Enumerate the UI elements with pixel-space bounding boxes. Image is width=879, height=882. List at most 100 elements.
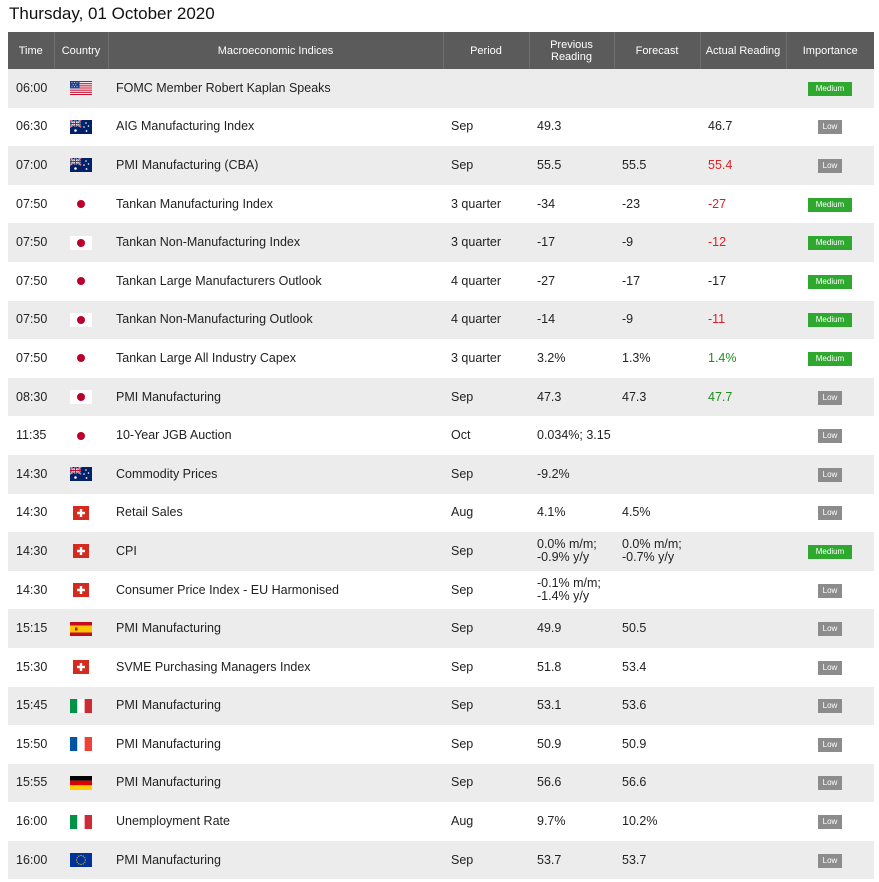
header-time[interactable]: Time [8, 32, 55, 69]
table-row[interactable]: 06:00 FOMC Member Robert Kaplan Speaks Med… [8, 69, 874, 108]
table-row[interactable]: 07:00 PMI Manufacturing (CBA) Sep 55.5 55.5 5… [8, 146, 874, 185]
cell-importance: Low [786, 107, 874, 147]
cell-previous: 0.0% m/m; -0.9% y/y [529, 532, 614, 571]
cell-country [54, 686, 108, 726]
cell-actual: -17 [700, 261, 786, 301]
table-row[interactable]: 08:30 PMI Manufacturing Sep 47.3 47.3 47.7 Low [8, 377, 874, 417]
cell-previous [529, 69, 614, 108]
header-period[interactable]: Period [443, 32, 530, 69]
cell-actual [700, 609, 786, 648]
cell-importance: Low [786, 609, 874, 648]
header-indices[interactable]: Macroeconomic Indices [108, 32, 444, 69]
cell-time: 11:35 [8, 416, 54, 455]
cell-period: Aug [443, 802, 529, 841]
cell-index-name[interactable]: PMI Manufacturing [108, 725, 443, 764]
cell-period: Oct [443, 416, 529, 455]
cell-time: 15:45 [8, 686, 54, 726]
cell-importance: Low [786, 725, 874, 764]
cell-country [54, 339, 108, 378]
table-row[interactable]: 14:30 CPI Sep 0.0% m/m; -0.9% y/y 0.0% m/m; … [8, 532, 874, 571]
cell-index-name[interactable]: SVME Purchasing Managers Index [108, 647, 443, 687]
cell-period: Sep [443, 377, 529, 417]
cell-index-name[interactable]: PMI Manufacturing [108, 377, 443, 417]
cell-country [54, 300, 108, 340]
cell-period: Sep [443, 609, 529, 648]
ch-flag-icon [70, 544, 92, 559]
cell-time: 14:30 [8, 570, 54, 610]
cell-time: 06:00 [8, 69, 54, 108]
table-row[interactable]: 15:50 PMI Manufacturing Sep 50.9 50.9 Low [8, 725, 874, 764]
header-importance[interactable]: Importance [786, 32, 874, 69]
cell-period: 3 quarter [443, 223, 529, 262]
cell-index-name[interactable]: FOMC Member Robert Kaplan Speaks [108, 69, 443, 108]
table-row[interactable]: 07:50 Tankan Non-Manufacturing Outlook 4 q… [8, 300, 874, 340]
table-row[interactable]: 15:30 SVME Purchasing Managers Index Sep 51… [8, 647, 874, 687]
cell-time: 15:30 [8, 647, 54, 687]
cell-index-name[interactable]: Unemployment Rate [108, 802, 443, 841]
cell-time: 15:55 [8, 763, 54, 803]
importance-badge: Medium [808, 544, 852, 559]
table-row[interactable]: 14:30 Commodity Prices Sep -9.2% Low [8, 454, 874, 494]
cell-index-name[interactable]: PMI Manufacturing [108, 763, 443, 803]
cell-period: Sep [443, 647, 529, 687]
cell-country [54, 802, 108, 841]
cell-index-name[interactable]: Tankan Large Manufacturers Outlook [108, 261, 443, 301]
jp-flag-icon [70, 197, 92, 212]
table-row[interactable]: 15:45 PMI Manufacturing Sep 53.1 53.6 Low [8, 686, 874, 726]
cell-index-name[interactable]: Tankan Non-Manufacturing Index [108, 223, 443, 262]
table-row[interactable]: 07:50 Tankan Large Manufacturers Outlook 4… [8, 261, 874, 301]
cell-index-name[interactable]: AIG Manufacturing Index [108, 107, 443, 147]
cell-index-name[interactable]: Tankan Manufacturing Index [108, 184, 443, 224]
cell-index-name[interactable]: CPI [108, 532, 443, 571]
jp-flag-icon [70, 274, 92, 289]
importance-badge: Medium [808, 274, 852, 289]
cell-forecast: -23 [614, 184, 700, 224]
cell-country [54, 223, 108, 262]
header-previous[interactable]: Previous Reading [529, 32, 615, 69]
importance-badge: Medium [808, 236, 852, 251]
table-row[interactable]: 14:30 Retail Sales Aug 4.1% 4.5% Low [8, 493, 874, 533]
cell-index-name[interactable]: Retail Sales [108, 493, 443, 533]
table-row[interactable]: 11:35 10-Year JGB Auction Oct 0.034%; 3.15 L… [8, 416, 874, 455]
page-title: Thursday, 01 October 2020 [9, 4, 215, 23]
cell-forecast: 55.5 [614, 146, 700, 185]
cell-index-name[interactable]: PMI Manufacturing (CBA) [108, 146, 443, 185]
cell-country [54, 840, 108, 880]
importance-badge: Low [818, 622, 842, 637]
de-flag-icon [70, 775, 92, 790]
cell-actual [700, 647, 786, 687]
table-row[interactable]: 16:00 Unemployment Rate Aug 9.7% 10.2% Low [8, 802, 874, 841]
table-row[interactable]: 07:50 Tankan Large All Industry Capex 3 qu… [8, 339, 874, 378]
table-row[interactable]: 14:30 Consumer Price Index - EU Harmonise… [8, 570, 874, 610]
fr-flag-icon [70, 737, 92, 752]
cell-index-name[interactable]: 10-Year JGB Auction [108, 416, 443, 455]
importance-badge: Low [818, 583, 842, 598]
cell-previous: -0.1% m/m; -1.4% y/y [529, 570, 614, 610]
cell-index-name[interactable]: Consumer Price Index - EU Harmonised [108, 570, 443, 610]
cell-forecast: 1.3% [614, 339, 700, 378]
cell-time: 07:50 [8, 339, 54, 378]
cell-time: 15:50 [8, 725, 54, 764]
cell-index-name[interactable]: PMI Manufacturing [108, 840, 443, 880]
table-row[interactable]: 15:55 PMI Manufacturing Sep 56.6 56.6 Low [8, 763, 874, 803]
table-row[interactable]: 15:15 PMI Manufacturing Sep 49.9 50.5 Low [8, 609, 874, 648]
cell-forecast: 53.4 [614, 647, 700, 687]
cell-period: 3 quarter [443, 184, 529, 224]
cell-index-name[interactable]: Commodity Prices [108, 454, 443, 494]
ch-flag-icon [70, 505, 92, 520]
table-row[interactable]: 16:00 PMI Manufacturing Sep 53.7 53.7 Low [8, 840, 874, 880]
cell-period: Sep [443, 725, 529, 764]
cell-actual: 1.4% [700, 339, 786, 378]
cell-actual: 55.4 [700, 146, 786, 185]
cell-index-name[interactable]: PMI Manufacturing [108, 686, 443, 726]
table-row[interactable]: 06:30 AIG Manufacturing Index Sep 49.3 46.7 L… [8, 107, 874, 147]
header-actual[interactable]: Actual Reading [700, 32, 787, 69]
header-forecast[interactable]: Forecast [614, 32, 701, 69]
cell-index-name[interactable]: PMI Manufacturing [108, 609, 443, 648]
header-country[interactable]: Country [54, 32, 109, 69]
table-row[interactable]: 07:50 Tankan Manufacturing Index 3 quarter… [8, 184, 874, 224]
cell-index-name[interactable]: Tankan Non-Manufacturing Outlook [108, 300, 443, 340]
cell-index-name[interactable]: Tankan Large All Industry Capex [108, 339, 443, 378]
header-previous-line2: Reading [551, 50, 592, 63]
table-row[interactable]: 07:50 Tankan Non-Manufacturing Index 3 qua… [8, 223, 874, 262]
